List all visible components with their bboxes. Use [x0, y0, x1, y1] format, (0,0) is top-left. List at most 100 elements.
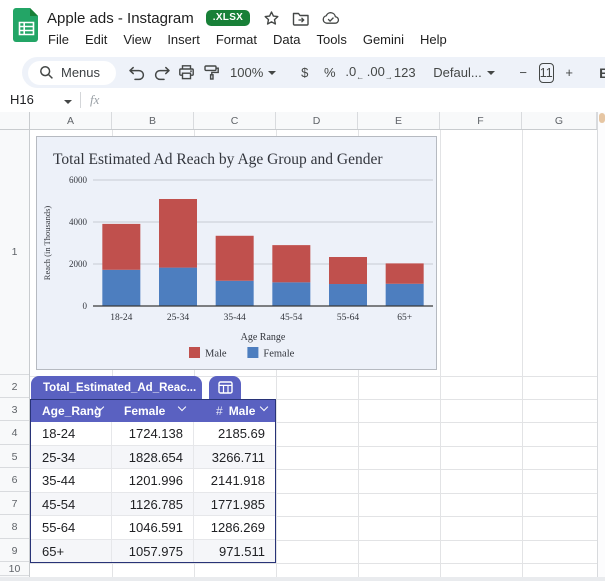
- format-percent-button[interactable]: %: [317, 60, 342, 86]
- sheets-logo-icon[interactable]: [13, 7, 40, 48]
- decrease-font-size-button[interactable]: −: [511, 60, 536, 86]
- row-header-9[interactable]: 9: [0, 540, 29, 562]
- menu-item-data[interactable]: Data: [265, 30, 308, 49]
- arrow-left-icon: ←: [356, 72, 365, 82]
- horizontal-scrollbar[interactable]: [0, 577, 605, 581]
- column-header-C[interactable]: C: [194, 112, 276, 129]
- column-header-E[interactable]: E: [358, 112, 440, 129]
- table-cell[interactable]: 18-24: [30, 422, 112, 446]
- column-header-B[interactable]: B: [112, 112, 194, 129]
- number-format-button[interactable]: 123: [392, 60, 417, 86]
- menu-item-help[interactable]: Help: [412, 30, 455, 49]
- svg-text:6000: 6000: [69, 175, 88, 185]
- table-cell[interactable]: 45-54: [30, 493, 112, 516]
- increase-decimal-button[interactable]: .00→: [367, 60, 393, 86]
- undo-button[interactable]: [124, 60, 149, 86]
- menu-item-gemini[interactable]: Gemini: [355, 30, 412, 49]
- row-header-7[interactable]: 7: [0, 493, 29, 515]
- font-family-value: Defaul...: [433, 65, 482, 80]
- format-currency-button[interactable]: $: [292, 60, 317, 86]
- redo-button[interactable]: [149, 60, 174, 86]
- table-tools-tab[interactable]: [209, 376, 241, 399]
- print-button[interactable]: [174, 60, 199, 86]
- table-cell[interactable]: 1057.975: [112, 540, 194, 563]
- table-column-header-age_rang[interactable]: Age_Rang: [30, 399, 112, 422]
- increase-font-size-button[interactable]: +: [557, 60, 582, 86]
- cloud-saved-icon[interactable]: [322, 9, 340, 27]
- star-icon[interactable]: [262, 9, 280, 27]
- name-box-chevron-icon[interactable]: [64, 100, 72, 104]
- table-cell[interactable]: 2185.69: [194, 422, 276, 446]
- table-row: 18-24 1724.138 2185.69: [30, 422, 276, 446]
- column-headers: ABCDEFG: [30, 112, 597, 130]
- svg-text:Reach (in Thousands): Reach (in Thousands): [42, 206, 52, 281]
- table-cell[interactable]: 25-34: [30, 446, 112, 469]
- vertical-scrollbar[interactable]: [597, 112, 605, 577]
- menu-item-view[interactable]: View: [115, 30, 159, 49]
- svg-text:18-24: 18-24: [110, 313, 132, 323]
- table-name-tab[interactable]: Total_Estimated_Ad_Reac...: [31, 376, 208, 399]
- table-cell[interactable]: 55-64: [30, 516, 112, 540]
- column-header-G[interactable]: G: [522, 112, 597, 129]
- row-header-4[interactable]: 4: [0, 422, 29, 445]
- table-cell[interactable]: 35-44: [30, 469, 112, 493]
- font-size-input[interactable]: 11: [538, 62, 554, 83]
- row-header-1[interactable]: 1: [0, 130, 29, 375]
- column-label: Age_Rang: [42, 403, 102, 418]
- table-grid-icon: [217, 381, 233, 394]
- row-header-10[interactable]: 10: [0, 563, 29, 576]
- number-type-icon: #: [216, 403, 223, 418]
- select-all-corner[interactable]: [0, 112, 30, 130]
- table-cell[interactable]: 1126.785: [112, 493, 194, 516]
- chevron-down-icon[interactable]: [177, 402, 187, 412]
- svg-text:65+: 65+: [397, 313, 412, 323]
- row-header-2[interactable]: 2: [0, 376, 29, 398]
- table-cell[interactable]: 1201.996: [112, 469, 194, 493]
- row-header-8[interactable]: 8: [0, 516, 29, 539]
- table-cell[interactable]: 1828.654: [112, 446, 194, 469]
- doc-title[interactable]: Apple ads - Instagram: [47, 10, 194, 27]
- titlebar: Apple ads - Instagram .XLSX File Edit View…: [0, 0, 605, 55]
- menu-item-file[interactable]: File: [40, 30, 77, 49]
- row-header-3[interactable]: 3: [0, 399, 29, 421]
- zoom-select[interactable]: 100%: [224, 60, 282, 86]
- fx-label[interactable]: fx: [90, 92, 99, 108]
- table-cell[interactable]: 3266.711: [194, 446, 276, 469]
- table-cell[interactable]: 971.511: [194, 540, 276, 563]
- search-icon: [40, 66, 53, 79]
- row-header-6[interactable]: 6: [0, 469, 29, 492]
- table-cell[interactable]: 1724.138: [112, 422, 194, 446]
- table-column-header-female[interactable]: Female: [112, 399, 194, 422]
- table-cell[interactable]: 65+: [30, 540, 112, 563]
- gridline-horizontal: [30, 563, 597, 564]
- paint-format-button[interactable]: [199, 60, 224, 86]
- decrease-decimal-button[interactable]: .0←: [342, 60, 367, 86]
- menu-item-format[interactable]: Format: [208, 30, 265, 49]
- font-family-select[interactable]: Defaul...: [427, 60, 500, 86]
- table-name-label: Total_Estimated_Ad_Reac...: [43, 381, 197, 394]
- table-cell[interactable]: 1771.985: [194, 493, 276, 516]
- move-folder-icon[interactable]: [292, 9, 310, 27]
- gridline-vertical: [522, 130, 523, 577]
- name-box[interactable]: H16: [10, 92, 34, 107]
- table-column-header-male[interactable]: # Male: [194, 399, 276, 422]
- table-cell[interactable]: 1046.591: [112, 516, 194, 540]
- ad-reach-chart[interactable]: Total Estimated Ad Reach by Age Group an…: [36, 136, 437, 370]
- column-header-F[interactable]: F: [440, 112, 522, 129]
- menu-item-edit[interactable]: Edit: [77, 30, 115, 49]
- menus-search-button[interactable]: Menus: [28, 60, 117, 85]
- menu-item-insert[interactable]: Insert: [159, 30, 208, 49]
- column-header-A[interactable]: A: [30, 112, 112, 129]
- column-header-D[interactable]: D: [276, 112, 358, 129]
- table-cell[interactable]: 2141.918: [194, 469, 276, 493]
- svg-text:4000: 4000: [69, 217, 88, 227]
- toolbar: Menus 100% $ % .0← .00→ 123 Defaul... −: [22, 57, 605, 88]
- row-headers: 1 2 3 4 5 6 7 8 9 10: [0, 130, 30, 577]
- chevron-down-icon[interactable]: [259, 402, 269, 412]
- table-cell[interactable]: 1286.269: [194, 516, 276, 540]
- svg-text:Female: Female: [263, 349, 294, 360]
- bold-button[interactable]: B: [592, 60, 605, 86]
- row-header-5[interactable]: 5: [0, 446, 29, 468]
- vertical-scrollbar-thumb[interactable]: [599, 113, 605, 123]
- menu-item-tools[interactable]: Tools: [308, 30, 354, 49]
